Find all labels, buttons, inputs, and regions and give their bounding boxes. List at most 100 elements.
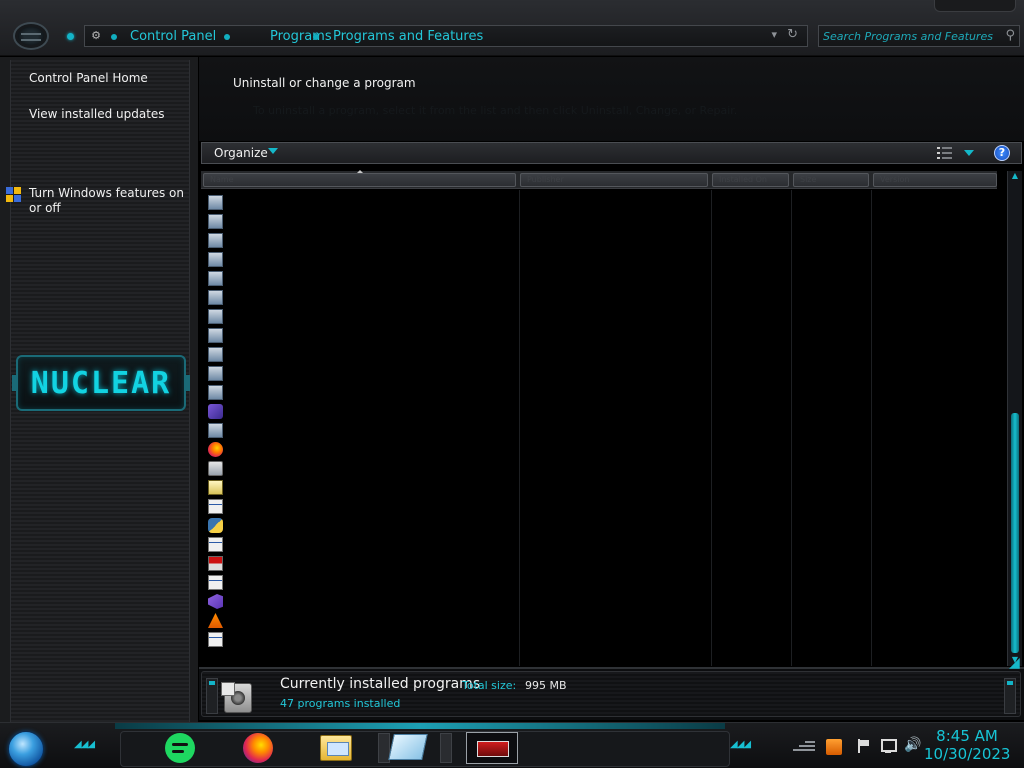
window-app-icon: [208, 499, 223, 514]
windows-shield-icon: [6, 187, 22, 203]
table-row[interactable]: [201, 345, 501, 364]
table-row[interactable]: [201, 402, 501, 421]
details-title: Currently installed programs: [280, 676, 481, 692]
details-frame: Currently installed programs Total size:…: [201, 671, 1021, 717]
table-row[interactable]: [201, 383, 501, 402]
tray-app-icon[interactable]: [826, 739, 842, 755]
organize-chevron-down-icon[interactable]: [268, 148, 278, 154]
clock-date: 10/30/2023: [924, 745, 1011, 763]
table-row[interactable]: [201, 288, 501, 307]
breadcrumb-control-panel[interactable]: Control Panel: [130, 27, 216, 46]
total-size-value: 995 MB: [525, 679, 567, 692]
view-installed-updates-link[interactable]: View installed updates: [29, 107, 165, 122]
table-row[interactable]: [201, 497, 501, 516]
table-row[interactable]: [201, 592, 501, 611]
search-input[interactable]: [823, 28, 993, 44]
search-icon[interactable]: ⚲: [1005, 28, 1015, 43]
table-row[interactable]: [201, 364, 501, 383]
firefox-icon[interactable]: [243, 733, 273, 763]
view-options-chevron-down-icon[interactable]: [964, 150, 974, 156]
window-app-icon: [208, 632, 223, 647]
remote-desktop-icon: [208, 556, 223, 571]
organize-button[interactable]: Organize: [214, 145, 268, 161]
sort-ascending-icon: [357, 170, 363, 173]
address-bar[interactable]: ⚙ Control Panel Programs Programs and Fe…: [84, 25, 808, 47]
taskbar-slot-divider: [440, 733, 452, 763]
table-row[interactable]: [201, 212, 501, 231]
details-left-bracket: [206, 678, 218, 714]
resize-grip-icon[interactable]: ◢: [1009, 655, 1023, 685]
taskbar-glow-strip: [115, 723, 725, 729]
program-list[interactable]: [201, 190, 997, 666]
recent-pages-dot-icon[interactable]: [67, 33, 74, 40]
table-row[interactable]: [201, 326, 501, 345]
window-titlebar: ⚙ Control Panel Programs Programs and Fe…: [0, 0, 1024, 56]
column-header-publisher[interactable]: Publisher: [520, 173, 708, 187]
command-toolbar: Organize ?: [201, 142, 1022, 164]
turn-windows-features-link[interactable]: Turn Windows features on or off: [29, 186, 189, 216]
refresh-icon[interactable]: ↻: [787, 27, 798, 42]
column-header-version[interactable]: Version: [873, 173, 997, 187]
installer-icon: [208, 328, 223, 343]
maintenance-icon: [208, 461, 223, 476]
network-icon[interactable]: [880, 738, 897, 754]
taskbar-clock[interactable]: 8:45 AM 10/30/2023: [924, 727, 1010, 763]
table-row[interactable]: [201, 307, 501, 326]
action-center-flag-icon[interactable]: [856, 739, 870, 753]
address-history-chevron-icon[interactable]: ▾: [771, 28, 777, 41]
vertical-scrollbar[interactable]: ▲ ▼: [1007, 171, 1022, 666]
table-row[interactable]: [201, 193, 501, 212]
installer-icon: [208, 423, 223, 438]
help-icon[interactable]: ?: [994, 145, 1010, 161]
back-forward-orb-icon[interactable]: [13, 22, 49, 50]
table-row[interactable]: [201, 231, 501, 250]
table-row[interactable]: [201, 611, 501, 630]
breadcrumb-programs[interactable]: Programs: [270, 27, 332, 46]
installer-icon: [208, 252, 223, 267]
spotify-icon[interactable]: [165, 733, 195, 763]
sticky-notes-icon[interactable]: [388, 734, 428, 760]
table-row[interactable]: [201, 535, 501, 554]
installer-icon: [208, 347, 223, 362]
page-title: Uninstall or change a program: [233, 76, 416, 90]
table-row[interactable]: [201, 269, 501, 288]
installer-icon: [208, 366, 223, 381]
logo-text: NUCLEAR: [30, 366, 172, 401]
table-row[interactable]: [201, 573, 501, 592]
installer-icon: [208, 233, 223, 248]
volume-icon[interactable]: 🔊: [904, 737, 921, 753]
column-divider: [871, 190, 872, 666]
change-view-icon[interactable]: [937, 147, 953, 159]
breadcrumb-separator-icon: [313, 34, 319, 40]
scrollbar-thumb[interactable]: [1011, 413, 1019, 653]
python-icon: [208, 518, 223, 533]
window-app-icon: [208, 537, 223, 552]
content-header: Uninstall or change a program To uninsta…: [199, 57, 1024, 141]
installer-icon: [208, 214, 223, 229]
scroll-up-arrow-icon[interactable]: ▲: [1010, 172, 1020, 180]
table-row[interactable]: [201, 478, 501, 497]
window-caption-notch: [934, 0, 1016, 12]
vlc-icon: [208, 613, 223, 628]
installer-icon: [208, 290, 223, 305]
table-row[interactable]: [201, 440, 501, 459]
column-header-name[interactable]: Name: [203, 173, 516, 187]
clock-time: 8:45 AM: [936, 727, 998, 745]
table-row[interactable]: [201, 516, 501, 535]
table-row[interactable]: [201, 554, 501, 573]
column-divider: [791, 190, 792, 666]
table-row[interactable]: [201, 421, 501, 440]
file-explorer-icon[interactable]: [320, 735, 352, 761]
column-divider: [519, 190, 520, 666]
table-row[interactable]: [201, 250, 501, 269]
start-orb-button[interactable]: [8, 731, 44, 767]
table-row[interactable]: [201, 459, 501, 478]
column-header-installed-on[interactable]: Installed On: [712, 173, 789, 187]
table-row[interactable]: [201, 630, 501, 649]
search-box[interactable]: ⚲: [818, 25, 1020, 47]
breadcrumb-programs-and-features[interactable]: Programs and Features: [333, 27, 483, 46]
control-panel-taskbar-button[interactable]: [466, 732, 518, 764]
control-panel-home-link[interactable]: Control Panel Home: [29, 71, 148, 86]
show-hidden-icons-icon[interactable]: [793, 741, 815, 753]
column-header-size[interactable]: Size: [793, 173, 869, 187]
